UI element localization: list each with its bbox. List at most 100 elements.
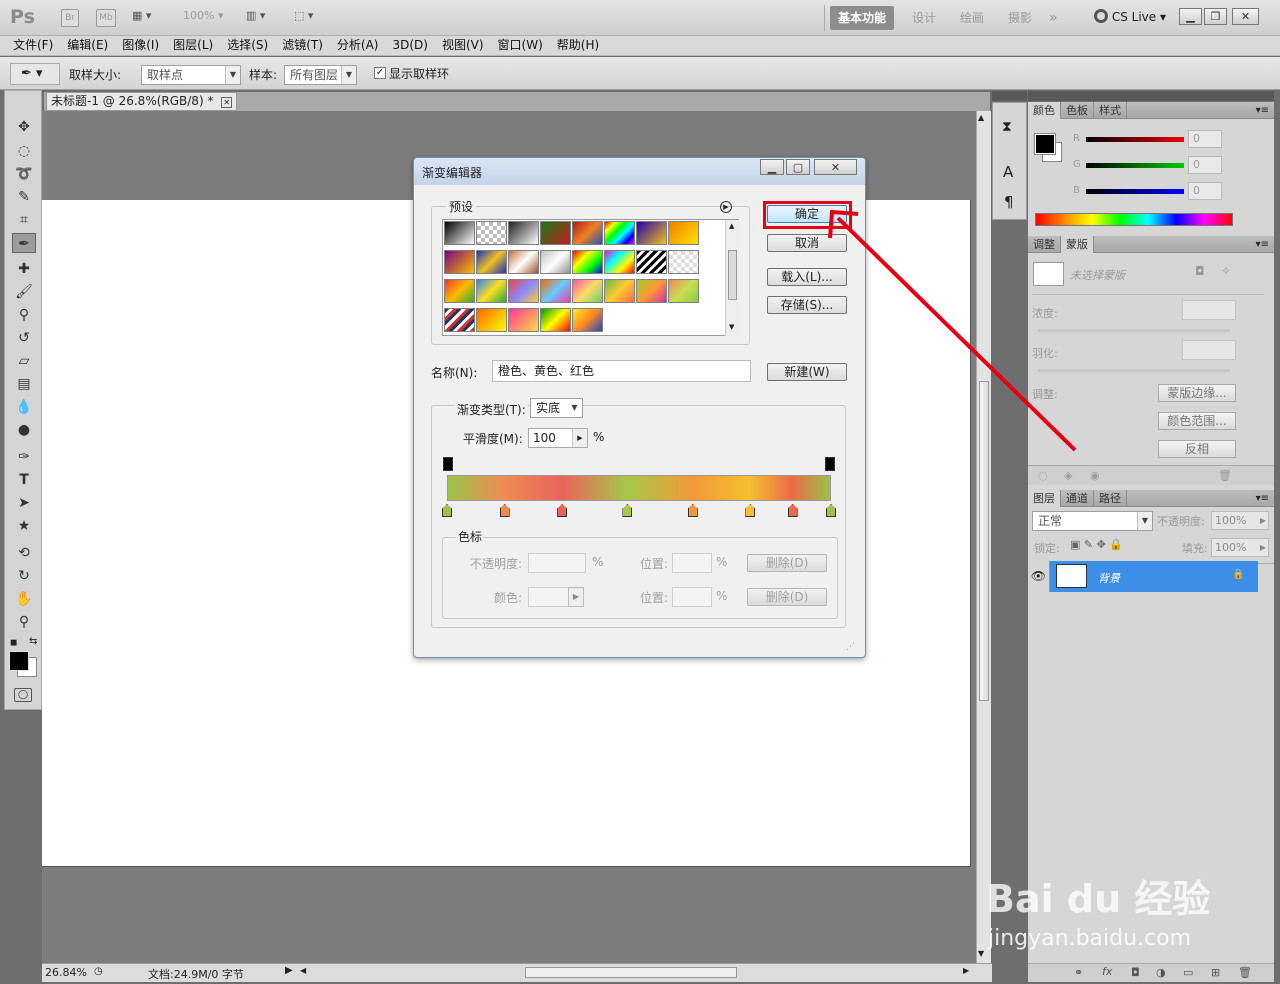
default-colors-icon[interactable]: ◼ — [10, 638, 17, 648]
quick-selection-tool-icon[interactable]: ✎ — [12, 187, 36, 207]
bridge-button[interactable]: Br — [61, 9, 79, 27]
menu-filter[interactable]: 滤镜(T) — [275, 36, 330, 55]
marquee-tool-icon[interactable]: ◌ — [12, 141, 36, 161]
view-extras-dropdown[interactable]: ▦ ▾ — [132, 9, 151, 22]
tab-layers[interactable]: 图层 — [1028, 490, 1061, 507]
presets-scrollbar[interactable]: ▲ ▼ — [725, 220, 739, 336]
gradient-preset-swatch[interactable] — [508, 250, 539, 274]
gradient-preset-swatch[interactable] — [508, 308, 539, 332]
lasso-tool-icon[interactable]: ➰ — [12, 164, 36, 184]
gradient-preset-swatch[interactable] — [636, 250, 667, 274]
cs-live-button[interactable]: CS Live ▾ — [1094, 9, 1166, 24]
sample-size-select[interactable]: 取样点 ▼ — [141, 65, 241, 85]
gradient-preset-swatch[interactable] — [668, 279, 699, 303]
dialog-close-button[interactable]: ✕ — [814, 159, 857, 175]
scroll-up-icon[interactable]: ▲ — [729, 222, 734, 230]
eyedropper-tool-icon[interactable]: ✒ — [12, 233, 36, 253]
panel-menu-icon[interactable]: ▾≡ — [1256, 102, 1274, 119]
gradient-preset-swatch[interactable] — [508, 279, 539, 303]
3d-orbit-tool-icon[interactable]: ↻ — [12, 566, 36, 586]
sample-select[interactable]: 所有图层 ▼ — [284, 65, 357, 85]
tab-styles[interactable]: 样式 — [1094, 102, 1127, 119]
trash-icon[interactable]: 🗑 — [1218, 469, 1232, 482]
menu-help[interactable]: 帮助(H) — [550, 36, 606, 55]
gradient-preset-swatch[interactable] — [604, 250, 635, 274]
dodge-tool-icon[interactable]: ● — [12, 420, 36, 440]
gradient-preset-swatch[interactable] — [572, 221, 603, 245]
layer-row-background[interactable]: 👁 背景 🔒 — [1028, 561, 1258, 592]
tab-swatches[interactable]: 色板 — [1061, 102, 1094, 119]
menu-image[interactable]: 图像(I) — [115, 36, 166, 55]
menu-3d[interactable]: 3D(D) — [385, 36, 434, 55]
gradient-preset-swatch[interactable] — [476, 250, 507, 274]
mask-edge-button[interactable]: 蒙版边缘... — [1158, 384, 1236, 402]
character-panel-icon[interactable]: A — [1003, 163, 1013, 181]
gradient-tool-icon[interactable]: ▤ — [12, 374, 36, 394]
load-selection-icon[interactable]: ◌ — [1038, 469, 1048, 482]
gradient-preset-swatch[interactable] — [572, 308, 603, 332]
menu-view[interactable]: 视图(V) — [435, 36, 491, 55]
gradient-preset-swatch[interactable] — [476, 308, 507, 332]
menu-analysis[interactable]: 分析(A) — [330, 36, 386, 55]
gradient-preset-swatch[interactable] — [604, 221, 635, 245]
tab-channels[interactable]: 通道 — [1061, 490, 1094, 507]
menu-window[interactable]: 窗口(W) — [491, 36, 550, 55]
scroll-left-icon[interactable]: ◀ — [300, 966, 306, 975]
workspace-painting[interactable]: 绘画 — [952, 6, 992, 30]
lock-icons[interactable]: ▣ ✎ ✥ 🔒 — [1070, 538, 1123, 551]
stop-opacity-input[interactable] — [528, 553, 586, 573]
tab-paths[interactable]: 路径 — [1094, 490, 1127, 507]
b-channel-value[interactable]: 0 — [1188, 182, 1222, 200]
g-channel-slider[interactable] — [1086, 163, 1184, 168]
eraser-tool-icon[interactable]: ▱ — [12, 351, 36, 371]
gradient-preview-bar[interactable] — [447, 475, 831, 501]
scroll-right-icon[interactable]: ▶ — [963, 966, 969, 975]
add-mask-icon[interactable]: ◘ — [1131, 966, 1140, 979]
screen-mode-dropdown[interactable]: ⬚ ▾ — [294, 9, 313, 22]
scroll-down-icon[interactable]: ▼ — [729, 323, 734, 331]
gradient-preset-swatch[interactable] — [540, 308, 571, 332]
r-channel-value[interactable]: 0 — [1188, 130, 1222, 148]
quick-mask-icon[interactable]: ◯ — [14, 688, 32, 702]
chevron-right-icon[interactable]: ▶ — [568, 587, 584, 607]
g-channel-value[interactable]: 0 — [1188, 156, 1222, 174]
dialog-maximize-button[interactable]: ▢ — [786, 159, 810, 175]
eyedropper-preset-picker[interactable]: ✒ ▾ — [10, 63, 60, 85]
gradient-preset-swatch[interactable] — [572, 279, 603, 303]
layer-name[interactable]: 背景 — [1098, 570, 1120, 586]
r-channel-slider[interactable] — [1086, 137, 1184, 142]
new-group-icon[interactable]: ▭ — [1183, 966, 1193, 979]
delete-color-stop-button[interactable]: 删除(D) — [747, 588, 827, 606]
3d-rotate-tool-icon[interactable]: ⟲ — [12, 543, 36, 563]
close-tab-icon[interactable]: ✕ — [221, 97, 233, 108]
presets-scroll-thumb[interactable] — [728, 250, 737, 300]
restore-button[interactable]: ❐ — [1204, 8, 1227, 25]
shape-tool-icon[interactable]: ★ — [12, 516, 36, 536]
gradient-preset-swatch[interactable] — [668, 221, 699, 245]
horizontal-scroll-thumb[interactable] — [525, 967, 737, 978]
gradient-preset-swatch[interactable] — [508, 221, 539, 245]
gradient-preset-swatch[interactable] — [604, 279, 635, 303]
foreground-color-chip[interactable] — [1034, 133, 1056, 155]
opacity-location-input[interactable] — [672, 553, 712, 573]
type-tool-icon[interactable]: T — [12, 470, 36, 490]
mini-bridge-button[interactable]: Mb — [96, 9, 116, 27]
gradient-preset-swatch[interactable] — [444, 221, 475, 245]
status-info-icon[interactable]: ◷ — [94, 966, 103, 977]
density-input[interactable] — [1182, 300, 1236, 320]
panel-menu-icon[interactable]: ▾≡ — [1256, 490, 1274, 507]
zoom-percentage[interactable]: 26.84% — [45, 966, 87, 979]
presets-menu-icon[interactable]: ▶ — [720, 201, 732, 213]
menu-file[interactable]: 文件(F) — [6, 36, 60, 55]
blur-tool-icon[interactable]: 💧 — [12, 397, 36, 417]
history-panel-icon[interactable]: ⧗ — [1002, 119, 1012, 135]
minimize-button[interactable]: ▁ — [1179, 8, 1202, 25]
workspace-essentials[interactable]: 基本功能 — [830, 6, 895, 30]
zoom-tool-icon[interactable]: ⚲ — [12, 612, 36, 632]
status-menu-arrow-icon[interactable]: ▶ — [285, 965, 293, 976]
delete-opacity-stop-button[interactable]: 删除(D) — [747, 554, 827, 572]
resize-grip-icon[interactable]: ⋰ — [846, 642, 855, 652]
gradient-name-input[interactable]: 橙色、黄色、红色 — [492, 360, 751, 382]
gradient-preset-swatch[interactable] — [444, 279, 475, 303]
new-layer-icon[interactable]: ⊞ — [1211, 966, 1220, 979]
